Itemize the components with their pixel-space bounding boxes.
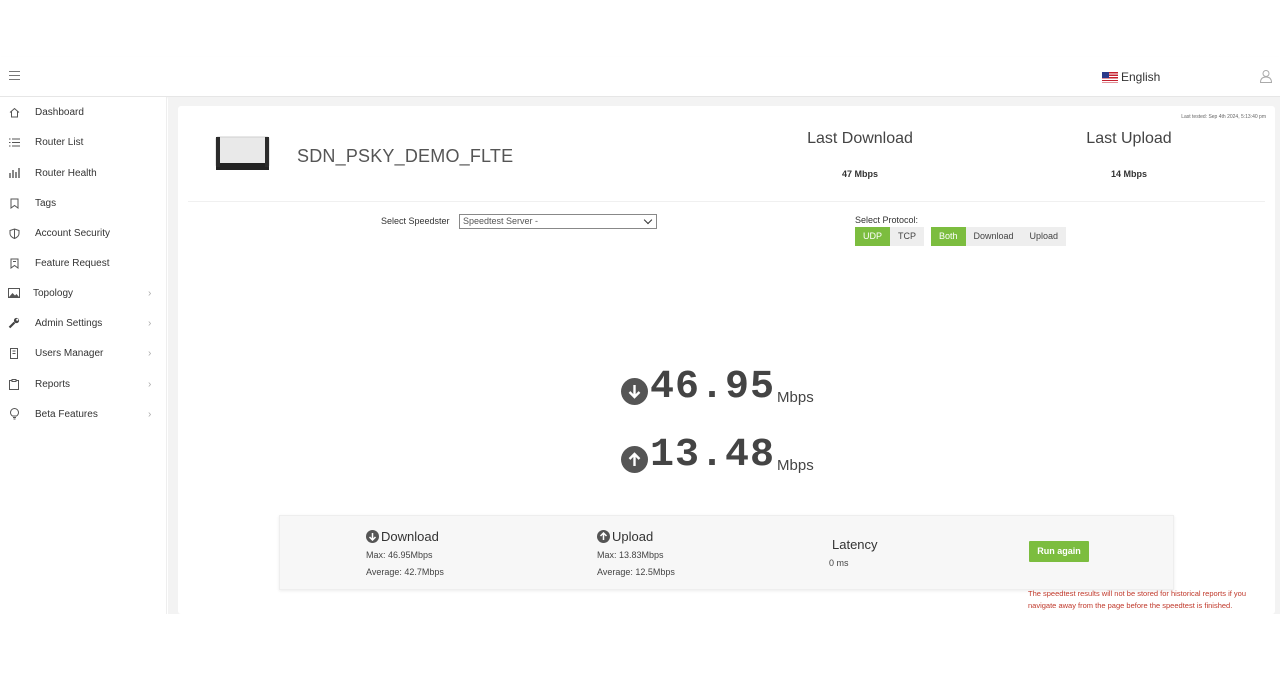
upload-arrow-icon	[621, 446, 648, 473]
image-icon	[8, 287, 20, 299]
sidebar-item-feature-request[interactable]: Feature Request	[0, 252, 167, 274]
header-divider	[188, 201, 1265, 202]
summary-upload-average: Average: 12.5Mbps	[597, 567, 675, 577]
upload-speed-unit: Mbps	[777, 457, 814, 474]
sidebar-item-label: Router Health	[35, 167, 97, 179]
download-speed-unit: Mbps	[777, 389, 814, 406]
last-upload-title: Last Upload	[1086, 130, 1172, 147]
sidebar-item-label: Tags	[35, 197, 57, 209]
chevron-right-icon: ›	[148, 287, 152, 299]
sidebar-item-label: Reports	[35, 378, 71, 390]
sidebar-item-tags[interactable]: Tags	[0, 192, 167, 214]
summary-download-max: Max: 46.95Mbps	[366, 550, 433, 560]
user-icon[interactable]	[1259, 69, 1273, 83]
last-download-value: 47 Mbps	[841, 169, 878, 179]
chevron-right-icon: ›	[148, 408, 152, 420]
summary-download-title: Download	[366, 529, 439, 544]
last-tested-timestamp: Last tested: Sep 4th 2024, 5:13:40 pm	[1181, 114, 1266, 120]
language-label: English	[1121, 70, 1161, 84]
upload-result: 13.48 Mbps	[621, 436, 814, 476]
list-icon	[8, 136, 20, 148]
sidebar-item-label: Account Security	[35, 227, 111, 239]
lightbulb-icon	[8, 408, 20, 420]
sidebar-item-label: Beta Features	[35, 408, 98, 420]
summary-download-label: Download	[381, 529, 439, 544]
sidebar-item-label: Users Manager	[35, 347, 104, 359]
sidebar-item-users-manager[interactable]: Users Manager ›	[0, 342, 167, 364]
direction-upload-button[interactable]: Upload	[1021, 227, 1067, 246]
speedster-label: Select Speedster	[381, 216, 450, 226]
upload-arrow-icon	[597, 530, 610, 543]
us-flag-icon	[1102, 71, 1118, 83]
download-result: 46.95 Mbps	[621, 368, 814, 408]
upload-speed-value: 13.48	[650, 433, 776, 478]
tag-icon	[8, 197, 20, 209]
run-again-button[interactable]: Run again	[1029, 541, 1089, 562]
protocol-tcp-button[interactable]: TCP	[890, 227, 925, 246]
summary-upload-label: Upload	[612, 529, 654, 544]
sidebar-item-dashboard[interactable]: Dashboard	[0, 101, 167, 123]
language-selector[interactable]: English	[1102, 70, 1160, 84]
wrench-icon	[8, 317, 20, 329]
summary-upload-title: Upload	[597, 529, 653, 544]
sidebar-item-topology[interactable]: Topology ›	[0, 282, 167, 304]
shield-icon	[8, 227, 20, 239]
sidebar-item-label: Feature Request	[35, 257, 110, 269]
sidebar-item-label: Router List	[35, 136, 84, 148]
top-bar: English	[0, 57, 1280, 97]
chevron-right-icon: ›	[148, 378, 152, 390]
summary-download-average: Average: 42.7Mbps	[366, 567, 444, 577]
sidebar: Dashboard Router List Router Health Tags…	[0, 97, 167, 614]
last-download-title: Last Download	[807, 130, 913, 147]
speedtest-warning-text: The speedtest results will not be stored…	[1028, 589, 1247, 610]
router-name: SDN_PSKY_DEMO_FLTE	[297, 146, 514, 166]
download-arrow-icon	[621, 378, 648, 405]
results-summary-panel: Download Max: 46.95Mbps Average: 42.7Mbp…	[279, 515, 1174, 590]
direction-both-button[interactable]: Both	[931, 227, 966, 246]
sidebar-item-reports[interactable]: Reports ›	[0, 373, 167, 395]
sidebar-item-label: Topology	[33, 287, 74, 299]
download-arrow-icon	[366, 530, 379, 543]
direction-toggle: Both Download Upload	[931, 227, 1067, 246]
speedtest-card: Last tested: Sep 4th 2024, 5:13:40 pm SD…	[178, 106, 1275, 614]
clipboard-icon	[8, 378, 20, 390]
chevron-right-icon: ›	[148, 347, 152, 359]
sidebar-item-beta-features[interactable]: Beta Features ›	[0, 403, 167, 425]
bar-chart-icon	[8, 167, 20, 179]
home-icon	[8, 106, 20, 118]
sidebar-item-label: Dashboard	[35, 106, 84, 118]
device-icon	[8, 347, 20, 359]
last-upload-value: 14 Mbps	[1110, 169, 1147, 179]
chevron-down-icon	[643, 215, 653, 225]
summary-upload-max: Max: 13.83Mbps	[597, 550, 664, 560]
sidebar-item-router-health[interactable]: Router Health	[0, 162, 167, 184]
sidebar-item-admin-settings[interactable]: Admin Settings ›	[0, 312, 167, 334]
hamburger-icon[interactable]	[9, 71, 20, 80]
download-speed-value: 46.95	[650, 365, 776, 410]
chevron-right-icon: ›	[148, 317, 152, 329]
summary-latency-title: Latency	[832, 537, 878, 552]
protocol-udp-button[interactable]: UDP	[855, 227, 891, 246]
speedster-selected-value: Speedtest Server -	[463, 216, 539, 226]
sidebar-item-router-list[interactable]: Router List	[0, 131, 167, 153]
protocol-toggle: UDP TCP	[855, 227, 925, 246]
protocol-label: Select Protocol:	[855, 215, 919, 225]
sidebar-item-label: Admin Settings	[35, 317, 103, 329]
bookmark-icon	[8, 257, 20, 269]
direction-download-button[interactable]: Download	[965, 227, 1022, 246]
speedster-select[interactable]: Speedtest Server -	[459, 214, 657, 229]
router-image	[215, 136, 270, 170]
summary-latency-value: 0 ms	[829, 558, 849, 568]
sidebar-item-account-security[interactable]: Account Security	[0, 222, 167, 244]
